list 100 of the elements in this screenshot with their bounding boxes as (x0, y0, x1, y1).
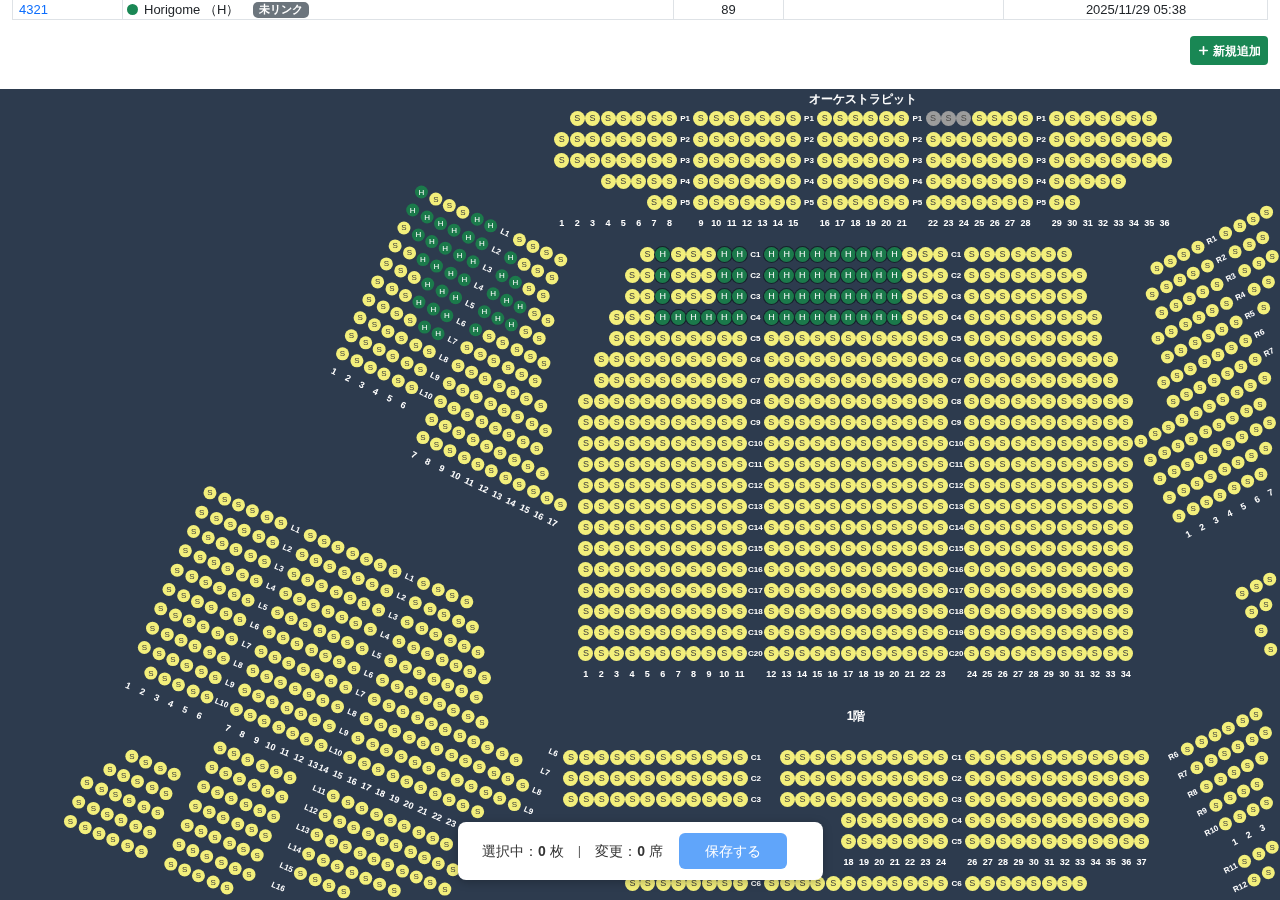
seat[interactable]: S (578, 394, 594, 409)
seat[interactable]: S (785, 153, 801, 168)
seat[interactable]: S (701, 750, 717, 765)
seat[interactable]: S (1259, 598, 1272, 612)
seat[interactable]: S (398, 660, 412, 674)
seat[interactable]: S (355, 642, 369, 656)
seat[interactable]: S (902, 331, 918, 346)
seat[interactable]: S (825, 520, 841, 535)
seat[interactable]: S (686, 499, 702, 514)
seat[interactable]: S (395, 331, 409, 345)
seat[interactable]: S (308, 713, 322, 727)
seat[interactable]: S (251, 848, 265, 862)
seat[interactable]: S (395, 864, 409, 878)
seat[interactable]: S (318, 809, 332, 823)
seat[interactable]: S (754, 132, 770, 147)
seat[interactable]: S (139, 755, 153, 769)
seat[interactable]: S (593, 373, 609, 388)
seat[interactable]: S (763, 478, 779, 493)
seat[interactable]: S (871, 646, 887, 661)
seat[interactable]: S (739, 132, 755, 147)
seat[interactable]: S (471, 645, 485, 659)
seat[interactable]: S (405, 381, 419, 395)
seat[interactable]: H (430, 259, 444, 273)
seat[interactable]: S (810, 373, 825, 388)
seat[interactable]: S (322, 719, 336, 733)
seat[interactable]: H (425, 235, 439, 249)
seat[interactable]: S (1226, 411, 1240, 425)
seat[interactable]: S (1245, 733, 1259, 747)
seat[interactable]: H (856, 310, 872, 325)
seat[interactable]: S (1072, 415, 1087, 430)
seat[interactable]: S (205, 601, 219, 615)
seat[interactable]: S (1041, 771, 1057, 786)
seat[interactable]: S (1186, 502, 1200, 516)
seat[interactable]: S (902, 289, 918, 304)
seat[interactable]: S (600, 153, 616, 168)
seat[interactable]: S (160, 627, 174, 641)
seat[interactable]: S (186, 684, 200, 698)
seat[interactable]: S (917, 625, 933, 640)
seat[interactable]: S (1010, 373, 1026, 388)
seat[interactable]: S (327, 630, 341, 644)
seat[interactable]: S (763, 520, 779, 535)
seat[interactable]: S (1219, 296, 1233, 310)
seat[interactable]: S (1041, 289, 1057, 304)
seat[interactable]: S (1102, 499, 1118, 514)
seat[interactable]: S (609, 436, 625, 451)
seat[interactable]: S (1102, 415, 1118, 430)
seat[interactable]: S (423, 876, 437, 890)
seat[interactable]: S (1239, 404, 1253, 418)
seat[interactable]: S (902, 436, 918, 451)
seat[interactable]: S (131, 775, 145, 789)
seat[interactable]: S (979, 247, 995, 262)
seat[interactable]: S (971, 111, 987, 126)
seat[interactable]: S (186, 844, 200, 858)
seat[interactable]: S (995, 771, 1011, 786)
seat[interactable]: S (1025, 583, 1041, 598)
seat[interactable]: S (1102, 604, 1118, 619)
seat[interactable]: S (1204, 469, 1218, 483)
seat[interactable]: S (432, 857, 446, 871)
seat[interactable]: S (316, 853, 330, 867)
seat[interactable]: S (554, 132, 570, 147)
seat[interactable]: S (825, 583, 841, 598)
seat[interactable]: S (670, 541, 686, 556)
seat[interactable]: S (779, 394, 795, 409)
seat[interactable]: S (763, 373, 779, 388)
seat[interactable]: S (732, 771, 748, 786)
seat[interactable]: S (964, 268, 980, 283)
seat[interactable]: S (1010, 436, 1026, 451)
seat[interactable]: S (336, 347, 350, 361)
seat[interactable]: S (168, 608, 182, 622)
seat[interactable]: S (292, 592, 306, 606)
seat[interactable]: S (563, 792, 579, 807)
seat[interactable]: S (856, 792, 872, 807)
seat[interactable]: S (1010, 750, 1026, 765)
seat[interactable]: S (1056, 394, 1072, 409)
seat[interactable]: S (1102, 478, 1118, 493)
seat[interactable]: S (964, 331, 980, 346)
seat[interactable]: H (886, 310, 902, 325)
id-link[interactable]: 4321 (19, 3, 48, 16)
seat[interactable]: S (522, 282, 536, 296)
seat[interactable]: S (917, 247, 933, 262)
seat[interactable]: S (779, 646, 795, 661)
seat[interactable]: S (1072, 750, 1088, 765)
seat[interactable]: S (461, 709, 475, 723)
seat[interactable]: S (1057, 834, 1073, 849)
seat[interactable]: S (670, 436, 686, 451)
seat[interactable]: S (383, 813, 397, 827)
seat[interactable]: S (593, 646, 609, 661)
seat[interactable]: S (1102, 352, 1118, 367)
seat[interactable]: S (886, 373, 902, 388)
seat[interactable]: S (686, 247, 702, 262)
seat[interactable]: S (655, 331, 671, 346)
seat[interactable]: S (856, 352, 872, 367)
seat[interactable]: S (268, 650, 282, 664)
seat[interactable]: S (933, 583, 948, 598)
seat[interactable]: H (500, 293, 514, 307)
seat[interactable]: S (887, 792, 903, 807)
seat[interactable]: S (1041, 394, 1057, 409)
seat[interactable]: S (979, 352, 995, 367)
seat[interactable]: S (125, 749, 139, 763)
seat[interactable]: S (933, 457, 948, 472)
